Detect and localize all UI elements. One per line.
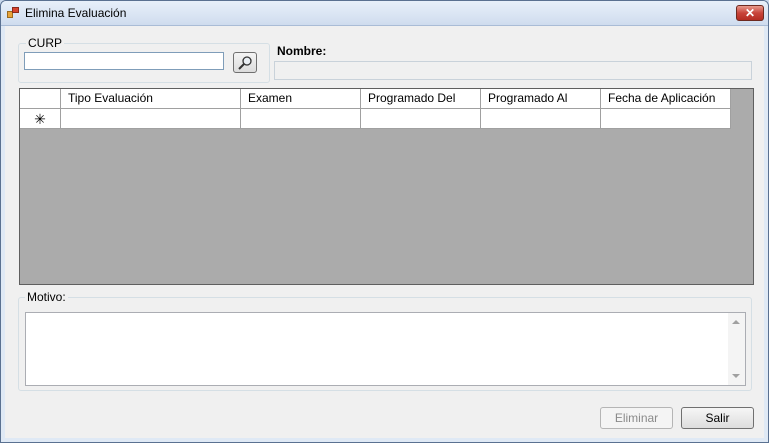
nombre-field bbox=[274, 61, 752, 80]
grid-corner-header[interactable] bbox=[20, 89, 61, 109]
grid-cell-tipo-evaluacion[interactable] bbox=[61, 109, 241, 129]
column-header-tipo-evaluacion[interactable]: Tipo Evaluación bbox=[61, 89, 241, 109]
window: Elimina Evaluación ✕ CURP Nombre: Tipo E… bbox=[0, 0, 769, 443]
title-bar[interactable]: Elimina Evaluación ✕ bbox=[1, 1, 768, 26]
motivo-scrollbar[interactable] bbox=[728, 313, 745, 385]
close-button[interactable]: ✕ bbox=[736, 5, 764, 21]
grid-cell-programado-al[interactable] bbox=[481, 109, 601, 129]
motivo-legend: Motivo: bbox=[25, 290, 68, 304]
scroll-down-icon[interactable] bbox=[732, 374, 740, 378]
search-icon bbox=[238, 56, 252, 70]
motivo-textarea[interactable] bbox=[25, 312, 746, 386]
column-header-programado-del[interactable]: Programado Del bbox=[361, 89, 481, 109]
grid-header-row: Tipo Evaluación Examen Programado Del Pr… bbox=[20, 89, 731, 109]
column-header-examen[interactable]: Examen bbox=[241, 89, 361, 109]
grid-cell-programado-del[interactable] bbox=[361, 109, 481, 129]
new-row-indicator[interactable]: ✳ bbox=[20, 109, 61, 129]
grid-cell-fecha-aplicacion[interactable] bbox=[601, 109, 731, 129]
column-header-fecha-aplicacion[interactable]: Fecha de Aplicación bbox=[601, 89, 731, 109]
column-header-programado-al[interactable]: Programado Al bbox=[481, 89, 601, 109]
grid-cell-examen[interactable] bbox=[241, 109, 361, 129]
motivo-group: Motivo: bbox=[18, 290, 752, 391]
eliminar-button[interactable]: Eliminar bbox=[600, 407, 673, 429]
curp-legend: CURP bbox=[26, 36, 65, 50]
form-client-area: CURP Nombre: Tipo Evaluación Examen Prog… bbox=[5, 26, 764, 438]
scroll-up-icon[interactable] bbox=[732, 320, 740, 324]
app-icon bbox=[7, 7, 19, 18]
evaluations-grid[interactable]: Tipo Evaluación Examen Programado Del Pr… bbox=[19, 88, 754, 285]
curp-input[interactable] bbox=[24, 52, 224, 70]
nombre-label: Nombre: bbox=[277, 44, 327, 58]
grid-new-row[interactable]: ✳ bbox=[20, 109, 731, 129]
window-title: Elimina Evaluación bbox=[25, 6, 127, 20]
search-button[interactable] bbox=[233, 52, 257, 73]
salir-button[interactable]: Salir bbox=[681, 407, 754, 429]
